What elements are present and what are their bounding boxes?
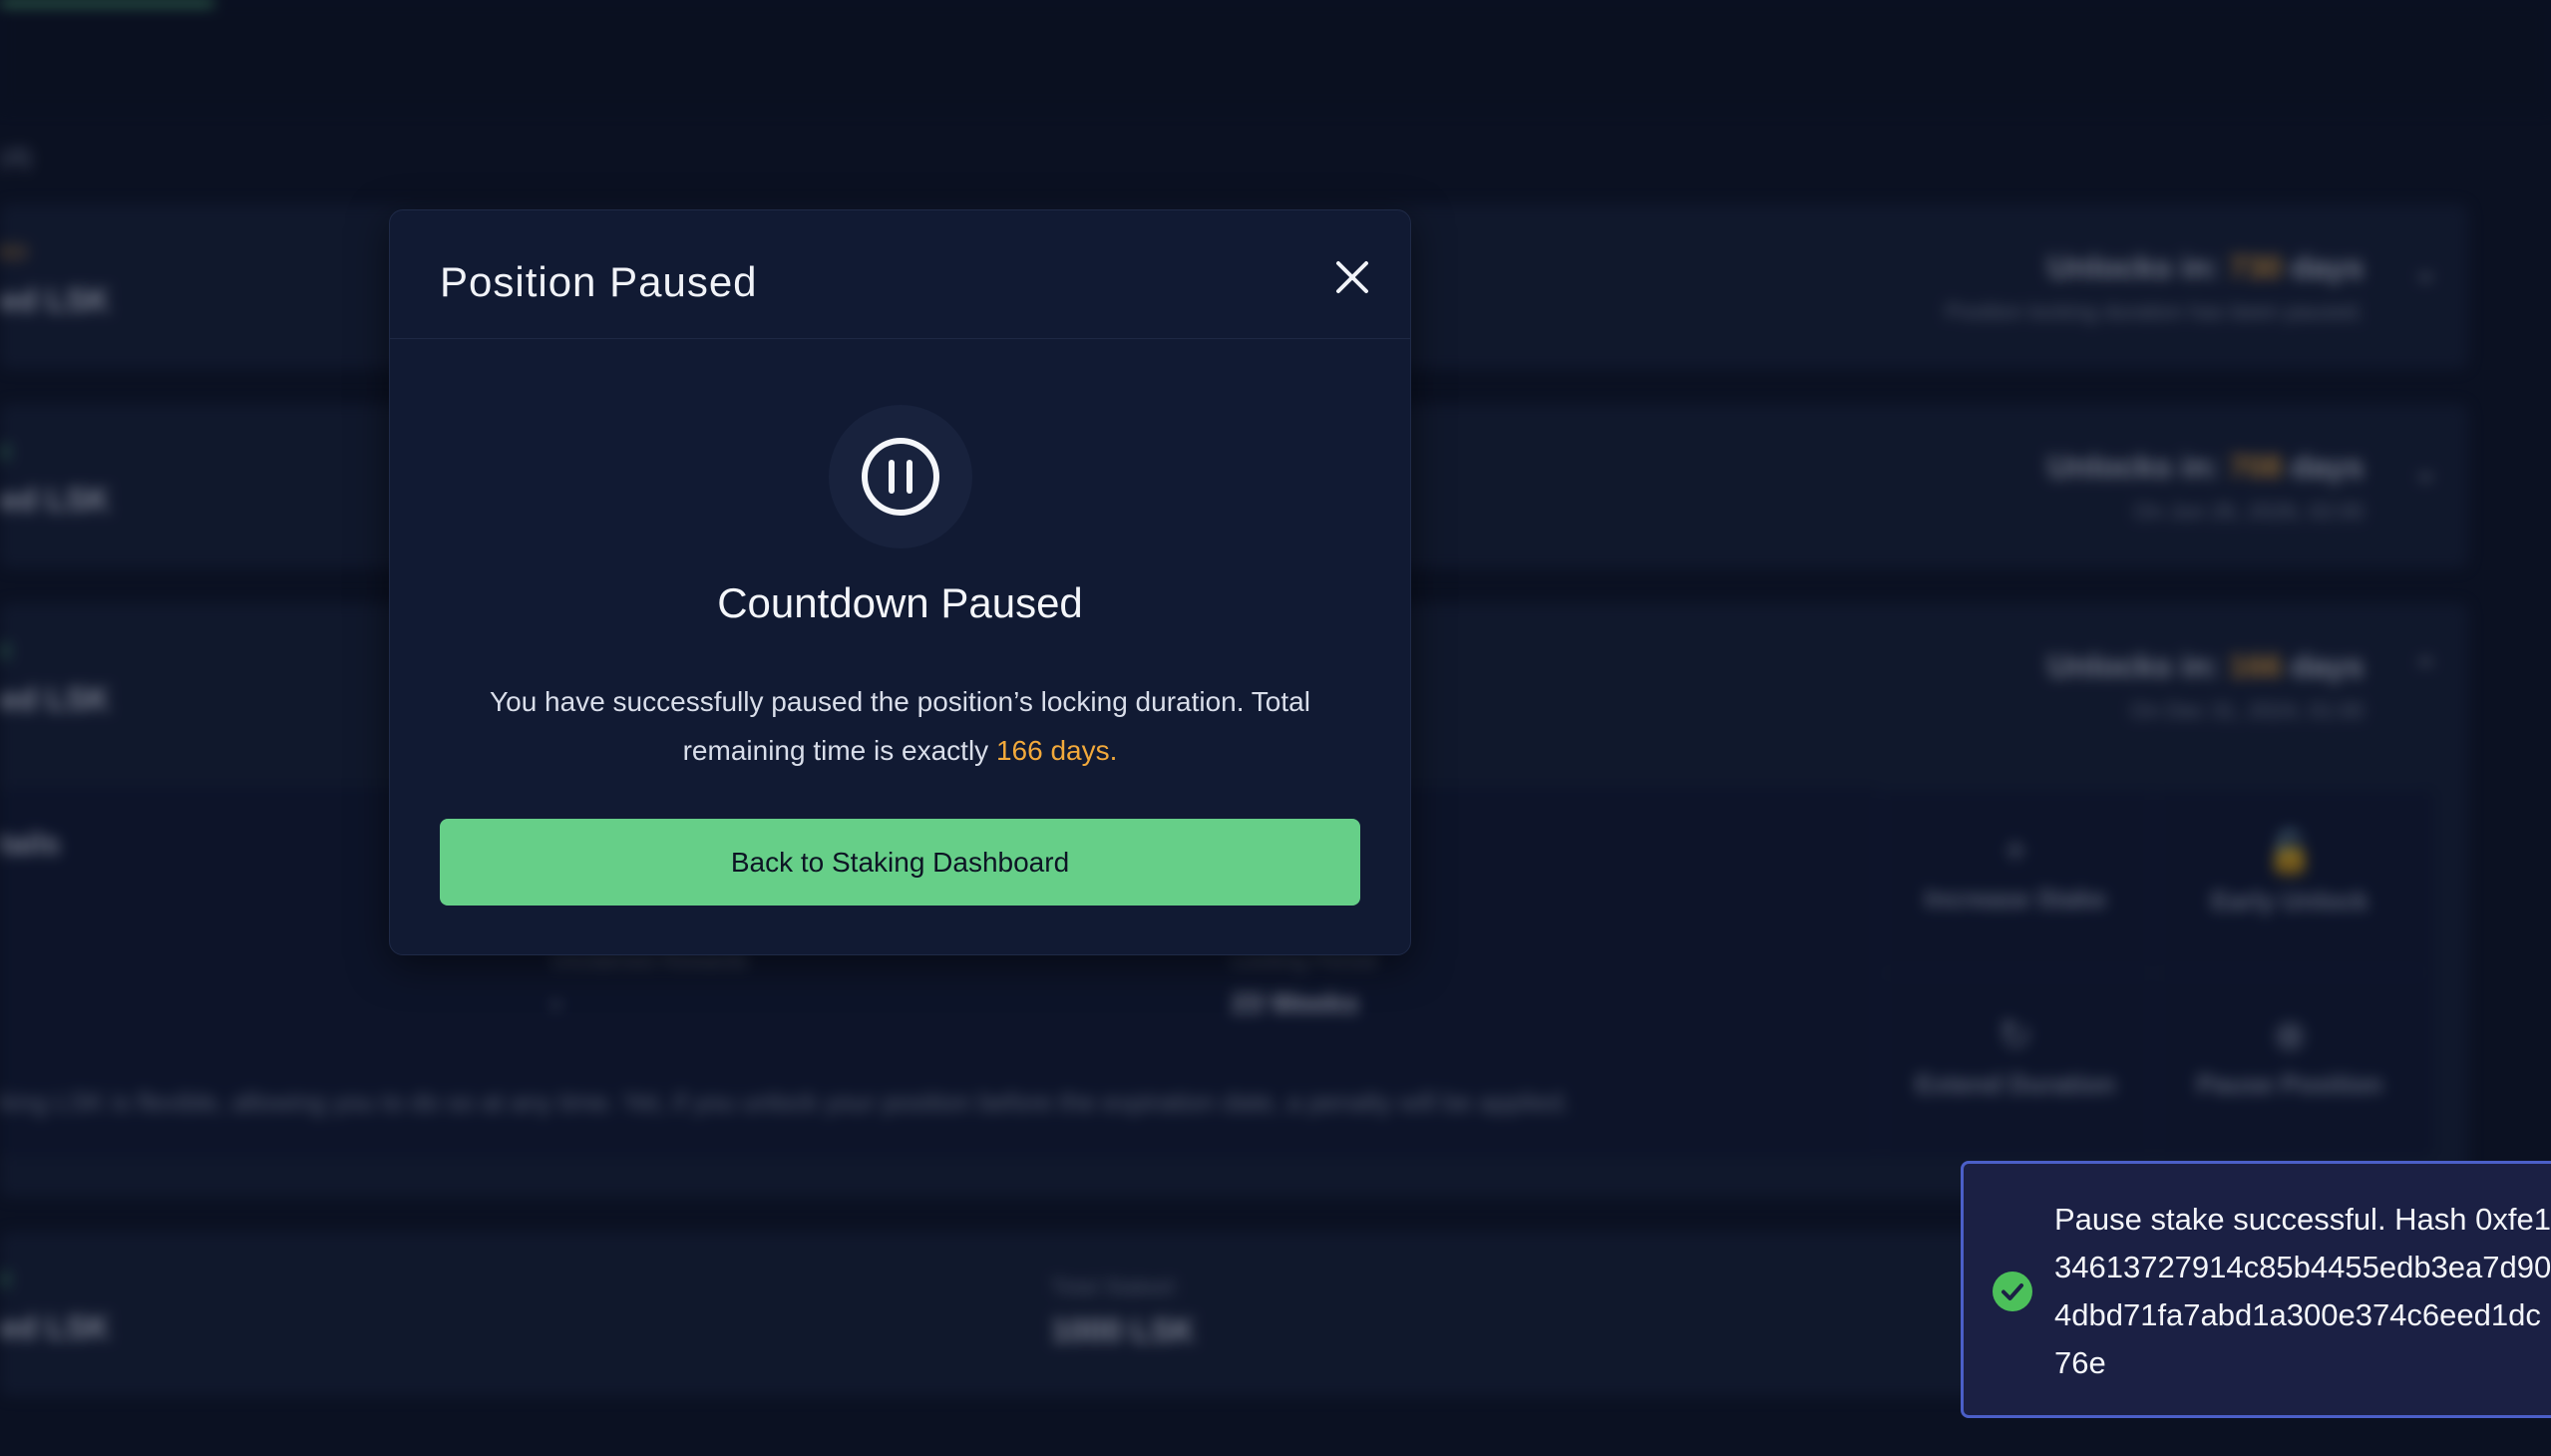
modal-header: Position Paused [390, 210, 1410, 339]
positions-count: (4) [0, 142, 32, 172]
remaining-days: 166 days. [995, 735, 1118, 766]
unlock-subtext: On Jun 26, 2026, 02:00 [2134, 499, 2364, 524]
check-circle-icon [1993, 1272, 2032, 1311]
position-status: E [0, 442, 14, 464]
position-paused-modal: Position Paused Countdown Paused You hav… [389, 209, 1411, 955]
chevron-up-icon[interactable]: ⌃ [2413, 653, 2438, 688]
description-text: You have successfully paused the positio… [490, 686, 1310, 766]
pause-icon-container [829, 405, 972, 548]
plus-icon: + [2004, 829, 2027, 873]
position-name: ed LSK [0, 282, 111, 318]
history-icon: ↻ [1999, 1014, 2032, 1058]
position-name: ed LSK [0, 1309, 111, 1345]
penalty-note: king LSK is flexible, allowing you to do… [0, 1087, 1570, 1117]
top-bar [0, 0, 2551, 110]
lock-icon: 🔓 [2265, 831, 2315, 875]
position-status: ED [0, 242, 28, 264]
total-staked-value: 1000 LSK [1051, 1312, 1196, 1348]
chevron-down-icon[interactable]: ⌄ [2413, 254, 2438, 289]
locking-period-value: 23 Weeks [1232, 987, 1359, 1018]
unlock-subtext: On Dec 31, 2024, 01:00 [2130, 698, 2364, 723]
back-to-dashboard-button[interactable]: Back to Staking Dashboard [440, 819, 1360, 906]
unlock-countdown: Unlocks in: 166 days [2047, 648, 2364, 684]
modal-description: You have successfully paused the positio… [440, 677, 1360, 775]
chevron-down-icon[interactable]: ⌄ [2413, 454, 2438, 489]
unlock-subtext: Position locking duration has been pause… [1945, 299, 2364, 324]
unclaimed-rewards-value: - [551, 987, 561, 1018]
extend-duration-button[interactable]: ↻ Extend Duration [1880, 972, 2150, 1153]
unlock-countdown: Unlocks in: 730 days [2047, 249, 2364, 285]
toast-message: Pause stake successful. Hash 0xfe1346137… [2054, 1202, 2551, 1380]
position-name: ed LSK [0, 681, 111, 717]
increase-stake-button[interactable]: + Increase Stake [1880, 788, 2150, 968]
modal-title: Position Paused [440, 258, 758, 305]
pause-position-button[interactable]: ⊗ Pause Position [2154, 972, 2424, 1153]
position-status: E [0, 1270, 14, 1291]
details-title: tails [0, 828, 61, 861]
success-toast[interactable]: Pause stake successful. Hash 0xfe1346137… [1961, 1161, 2551, 1418]
close-icon [1336, 261, 1368, 293]
pause-circle-icon: ⊗ [2273, 1014, 2307, 1058]
pause-icon [862, 438, 939, 516]
total-staked-label: Total Staked: [1051, 1274, 1179, 1299]
unlock-countdown: Unlocks in: 708 days [2047, 449, 2364, 485]
early-unlock-button[interactable]: 🔓 Early Unlock [2154, 788, 2424, 968]
close-button[interactable] [1327, 252, 1377, 302]
progress-indicator [0, 0, 214, 6]
position-status: E [0, 641, 14, 663]
position-name: ed LSK [0, 482, 111, 518]
modal-heading: Countdown Paused [717, 579, 1083, 626]
